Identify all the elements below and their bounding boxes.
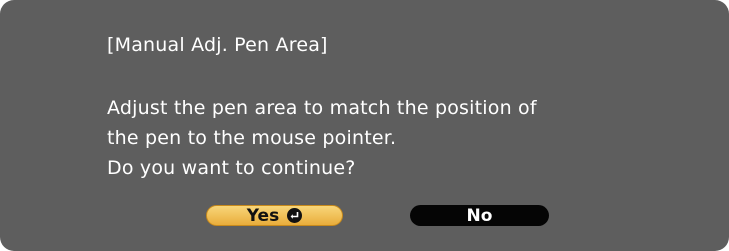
yes-button[interactable]: Yes bbox=[206, 205, 343, 226]
message-line: the pen to the mouse pointer. bbox=[107, 127, 397, 149]
dialog-title: [Manual Adj. Pen Area] bbox=[107, 34, 328, 56]
dialog-message: Adjust the pen area to match the positio… bbox=[107, 93, 537, 183]
enter-key-icon bbox=[287, 208, 303, 223]
yes-button-label: Yes bbox=[246, 205, 280, 226]
no-button[interactable]: No bbox=[410, 205, 549, 226]
message-line: Adjust the pen area to match the positio… bbox=[107, 97, 537, 119]
message-line: Do you want to continue? bbox=[107, 157, 356, 179]
no-button-label: No bbox=[466, 205, 493, 226]
confirmation-dialog: [Manual Adj. Pen Area] Adjust the pen ar… bbox=[0, 0, 729, 251]
